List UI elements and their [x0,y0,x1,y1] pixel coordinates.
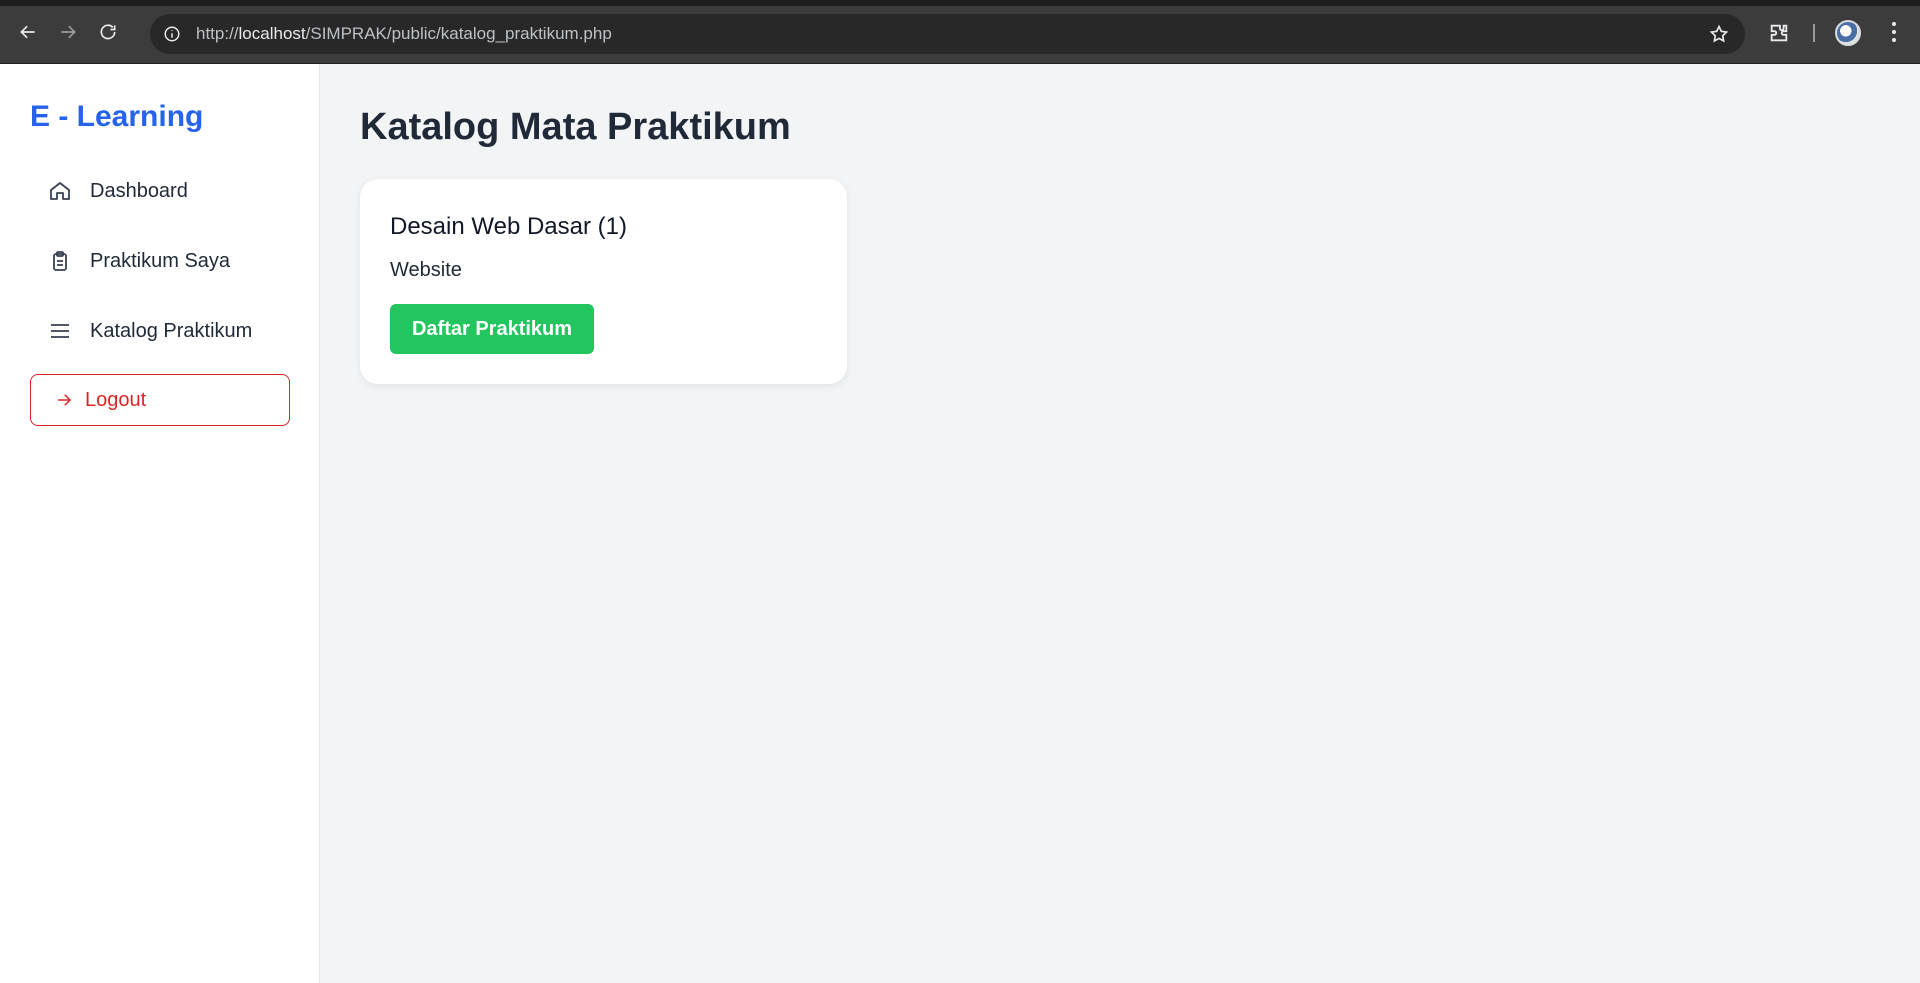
arrow-right-icon [58,394,72,406]
sidebar-item-label: Praktikum Saya [90,249,231,272]
logout-label: Logout [85,388,147,411]
brand-logo[interactable]: E - Learning [30,100,203,134]
logout-button[interactable]: Logout [30,374,290,426]
sidebar-item-praktikum-saya[interactable]: Praktikum Saya [30,236,290,286]
profile-avatar[interactable] [1835,20,1861,46]
bookmark-star-icon[interactable] [1709,24,1729,44]
sidebar-item-label: Dashboard [90,179,188,202]
reload-icon[interactable] [88,12,128,52]
clipboard-icon [53,251,67,271]
course-card: Desain Web Dasar (1) Website Daftar Prak… [360,179,847,384]
sidebar-item-dashboard[interactable]: Dashboard [30,166,290,216]
sidebar: E - Learning Dashboard Praktikum Saya Ka… [0,64,320,983]
site-info-icon[interactable] [162,24,182,44]
address-bar[interactable]: http://localhost/SIMPRAK/public/katalog_… [150,14,1745,54]
menu-lines-icon [51,324,69,338]
daftar-praktikum-button[interactable]: Daftar Praktikum [390,304,594,354]
url-text: http://localhost/SIMPRAK/public/katalog_… [196,24,612,44]
browser-tab-strip [0,0,1920,6]
sidebar-item-katalog-praktikum[interactable]: Katalog Praktikum [30,306,290,356]
forward-arrow-icon[interactable] [48,12,88,52]
extensions-icon[interactable] [1768,22,1790,44]
browser-toolbar: http://localhost/SIMPRAK/public/katalog_… [0,0,1920,64]
more-menu-icon[interactable] [1882,20,1906,44]
url-prefix: http:// [196,24,239,43]
url-path: /SIMPRAK/public/katalog_praktikum.php [305,24,612,43]
course-title: Desain Web Dasar (1) [390,213,627,240]
toolbar-divider [1813,24,1815,42]
course-category: Website [390,259,462,281]
back-arrow-icon[interactable] [8,12,48,52]
url-host: localhost [238,24,306,43]
page-title: Katalog Mata Praktikum [360,106,791,148]
home-icon [50,182,70,200]
sidebar-item-label: Katalog Praktikum [90,319,253,342]
